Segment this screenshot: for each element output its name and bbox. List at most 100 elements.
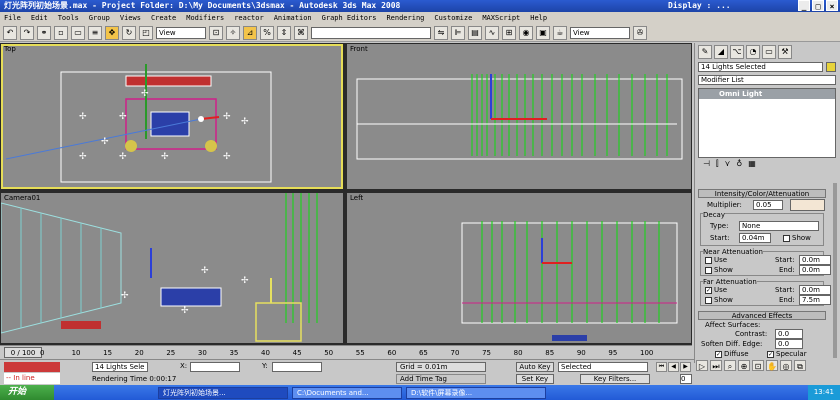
create-tab-icon[interactable]: ✎ (698, 45, 712, 59)
current-frame-field[interactable]: 0 (680, 374, 692, 384)
display-tab-icon[interactable]: ▭ (762, 45, 776, 59)
near-end-field[interactable]: 0.0m (799, 265, 831, 275)
select-by-name-icon[interactable]: ≡ (88, 25, 102, 40)
listener-output[interactable]: -- In line (4, 373, 60, 384)
menu-file[interactable]: File (4, 12, 21, 24)
make-unique-icon[interactable]: ⋎ (725, 159, 731, 169)
viewport-top[interactable]: Top ✢ ✢ ✢ ✢ ✢ ✢ ✢ ✢ ✢ ✢ (1, 44, 343, 189)
modify-tab-icon[interactable]: ◢ (714, 45, 728, 59)
menu-edit[interactable]: Edit (31, 12, 48, 24)
menu-customize[interactable]: Customize (434, 12, 472, 24)
remove-modifier-icon[interactable]: ♁ (736, 159, 742, 169)
viewport-label-left[interactable]: Left (350, 194, 363, 202)
play-icon[interactable]: ▶ (680, 362, 691, 372)
menu-animation[interactable]: Animation (274, 12, 312, 24)
previous-frame-icon[interactable]: ◀ (668, 362, 679, 372)
y-coord-field[interactable] (272, 362, 322, 372)
menu-maxscript[interactable]: MAXScript (482, 12, 520, 24)
near-start-field[interactable]: 0.0m (799, 255, 831, 265)
redo-icon[interactable]: ↷ (20, 25, 34, 40)
mirror-icon[interactable]: ⇋ (434, 25, 448, 40)
quick-render-icon[interactable]: ✇ (633, 25, 647, 40)
stack-item-omni-light[interactable]: Omni Light (699, 89, 835, 99)
multiplier-field[interactable]: 0.05 (753, 200, 783, 210)
orbit-icon[interactable]: ◎ (780, 360, 792, 371)
undo-icon[interactable]: ↶ (3, 25, 17, 40)
pivot-icon[interactable]: ⊡ (209, 25, 223, 40)
key-mode-dropdown[interactable]: Selected (558, 362, 648, 372)
rollout-advanced-effects[interactable]: Advanced Effects (698, 311, 826, 320)
timeline-ruler[interactable]: 0 10 15 20 25 30 35 40 45 50 55 60 65 70 75 80 85 90 95 100 (40, 349, 655, 359)
minimize-icon[interactable]: _ (798, 0, 810, 11)
far-show-checkbox[interactable] (705, 296, 712, 304)
scale-icon[interactable]: ◰ (139, 25, 153, 40)
next-frame-icon[interactable]: ▷ (696, 360, 708, 371)
material-editor-icon[interactable]: ◉ (519, 25, 533, 40)
zoom-extents-icon[interactable]: ⊡ (752, 360, 764, 371)
snap-icon[interactable]: ✧ (226, 25, 240, 40)
named-selection-dropdown[interactable] (311, 26, 431, 39)
configure-sets-icon[interactable]: ▦ (748, 159, 756, 169)
close-icon[interactable]: × (826, 0, 838, 11)
menu-reactor[interactable]: reactor (234, 12, 264, 24)
x-coord-field[interactable] (190, 362, 240, 372)
viewport-label-top[interactable]: Top (4, 45, 16, 53)
menu-graph-editors[interactable]: Graph Editors (322, 12, 377, 24)
curve-editor-icon[interactable]: ∿ (485, 25, 499, 40)
far-end-field[interactable]: 7.5m (799, 295, 831, 305)
viewport-label-camera[interactable]: Camera01 (4, 194, 40, 202)
layer-icon[interactable]: ▤ (468, 25, 482, 40)
render-setup-icon[interactable]: ▣ (536, 25, 550, 40)
named-selection-icon[interactable]: ⌘ (294, 25, 308, 40)
decay-start-field[interactable]: 0.04m (739, 233, 771, 243)
add-time-tag-button[interactable]: Add Time Tag (396, 374, 486, 384)
menu-tools[interactable]: Tools (58, 12, 79, 24)
menu-modifiers[interactable]: Modifiers (186, 12, 224, 24)
set-key-button[interactable]: Set Key (516, 374, 554, 384)
max-listener-mini[interactable] (4, 362, 60, 372)
object-color-swatch[interactable] (826, 62, 836, 72)
far-start-field[interactable]: 0.0m (799, 285, 831, 295)
schematic-icon[interactable]: ⊞ (502, 25, 516, 40)
rotate-icon[interactable]: ↻ (122, 25, 136, 40)
command-panel-scrollbar[interactable] (833, 183, 837, 358)
select-region-icon[interactable]: ▭ (71, 25, 85, 40)
show-end-result-icon[interactable]: ⫿ (716, 159, 719, 169)
select-icon[interactable]: ▫ (54, 25, 68, 40)
render-type-dropdown[interactable]: View (570, 26, 630, 39)
start-button[interactable]: 开始 (0, 385, 54, 400)
hierarchy-tab-icon[interactable]: ⌥ (730, 45, 744, 59)
frame-counter[interactable]: 0 / 100 (4, 347, 42, 358)
task-screen-recorder[interactable]: D:\软件\屏幕录像... (406, 386, 546, 399)
modifier-list-dropdown[interactable]: Modifier List (698, 75, 836, 85)
auto-key-button[interactable]: Auto Key (516, 362, 554, 372)
menu-create[interactable]: Create (151, 12, 176, 24)
link-icon[interactable]: ⚭ (37, 25, 51, 40)
zoom-icon[interactable]: ⌕ (724, 360, 736, 371)
render-icon[interactable]: ☕ (553, 25, 567, 40)
soften-field[interactable]: 0.0 (775, 339, 803, 349)
light-color-swatch[interactable] (790, 199, 825, 211)
menu-rendering[interactable]: Rendering (386, 12, 424, 24)
viewport-camera[interactable]: Camera01 ✢ ✢ ✢ ✢ (1, 193, 343, 343)
task-3dsmax[interactable]: 灯光阵列初始场景... (158, 386, 288, 399)
reference-coord-dropdown[interactable]: View (156, 26, 206, 39)
diffuse-checkbox[interactable]: ✓ (715, 350, 722, 358)
spinner-snap-icon[interactable]: ⇕ (277, 25, 291, 40)
maximize-viewport-icon[interactable]: ⧉ (794, 360, 806, 371)
far-use-checkbox[interactable]: ✓ (705, 286, 712, 294)
rollout-intensity[interactable]: Intensity/Color/Attenuation (698, 189, 826, 198)
near-show-checkbox[interactable] (705, 266, 712, 274)
menu-views[interactable]: Views (120, 12, 141, 24)
specular-checkbox[interactable]: ✓ (767, 350, 774, 358)
viewport-left[interactable]: Left (347, 193, 691, 343)
go-to-start-icon[interactable]: ⏮ (656, 362, 667, 372)
decay-show-checkbox[interactable] (783, 234, 790, 242)
viewport-label-front[interactable]: Front (350, 45, 368, 53)
percent-snap-icon[interactable]: % (260, 25, 274, 40)
selection-name-field[interactable]: 14 Lights Selected (698, 62, 823, 72)
utilities-tab-icon[interactable]: ⚒ (778, 45, 792, 59)
move-icon[interactable]: ✥ (105, 25, 119, 40)
menu-group[interactable]: Group (89, 12, 110, 24)
pin-stack-icon[interactable]: ⊣ (703, 159, 710, 169)
